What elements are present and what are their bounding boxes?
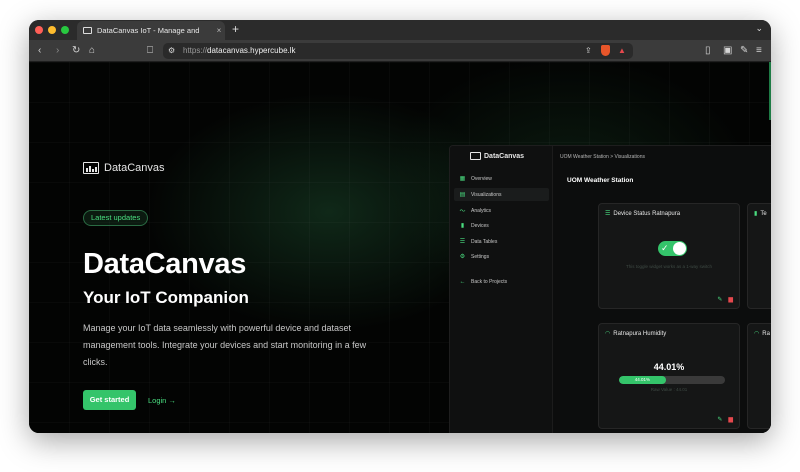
humidity-value: 44.01% xyxy=(653,362,685,372)
maximize-window-button[interactable] xyxy=(61,26,69,34)
share-icon[interactable]: ⇪ xyxy=(585,44,592,58)
hero-subtitle: Your IoT Companion xyxy=(83,288,249,307)
sidebar-item-overview[interactable]: ▦ Overview xyxy=(454,172,549,185)
sidebar-item-devices[interactable]: ▮ Devices xyxy=(454,219,549,232)
back-arrow-icon[interactable]: ‹ xyxy=(38,44,41,58)
back-label: Back to Projects xyxy=(471,278,508,285)
url-host: datacanvas.hypercube.lk xyxy=(207,46,296,55)
breadcrumb: UOM Weather Station > Visualizations xyxy=(560,154,645,160)
sidebar-item-label: Settings xyxy=(471,253,490,260)
sidebar-item-label: Overview xyxy=(471,175,492,182)
tab-title: DataCanvas IoT - Manage and xyxy=(97,26,200,35)
humidity-progress-fill: 44.01% xyxy=(619,376,666,384)
get-started-button[interactable]: Get started xyxy=(83,390,136,410)
dashboard-title: UOM Weather Station xyxy=(567,177,634,184)
gauge-icon: ◠ xyxy=(605,331,611,337)
device-toggle-switch[interactable]: ✓ xyxy=(658,241,687,256)
sidebar-toggle-icon[interactable]: ▯ xyxy=(705,44,711,58)
card-title-text: Device Status Ratnapura xyxy=(613,210,681,217)
card-title: ◠ Ra xyxy=(754,330,770,338)
browser-window: DataCanvas IoT - Manage and × + ⌄ ‹ › ↻ … xyxy=(29,20,771,433)
datacanvas-logo-icon xyxy=(83,162,99,174)
datacanvas-logo-icon xyxy=(470,152,481,160)
menu-icon[interactable]: ≡ xyxy=(756,44,762,58)
settings-icon: ⚙ xyxy=(459,254,466,260)
site-brand[interactable]: DataCanvas xyxy=(83,162,165,174)
card-title-text: Ratnapura Humidity xyxy=(613,330,667,337)
card-title: ☰ Device Status Ratnapura xyxy=(605,210,681,218)
sidebar-item-visualizations[interactable]: ▤ Visualizations xyxy=(454,188,549,201)
dashboard-brand-name: DataCanvas xyxy=(484,152,525,160)
tab-close-icon[interactable]: × xyxy=(213,26,225,35)
humidity-progress-bar: 44.01% xyxy=(619,376,725,384)
sidebar-item-analytics[interactable]: 〜 Analytics xyxy=(454,204,549,217)
back-to-projects-link[interactable]: ← Back to Projects xyxy=(454,275,549,288)
device-status-card: ☰ Device Status Ratnapura ✓ This toggle w… xyxy=(598,203,740,309)
tab-list-chevron-icon[interactable]: ⌄ xyxy=(755,23,763,34)
page-content: DataCanvas Latest updates DataCanvas You… xyxy=(29,62,771,433)
card-actions: ✎ ▆ xyxy=(717,296,733,303)
trend-icon: 〜 xyxy=(459,209,466,215)
humidity-card: ◠ Ratnapura Humidity 44.01% 44.01% Raw Va… xyxy=(598,323,740,429)
home-icon[interactable]: ⌂ xyxy=(89,44,95,58)
sidebar-item-label: Visualizations xyxy=(471,191,502,198)
hero-description: Manage your IoT data seamlessly with pow… xyxy=(83,323,367,367)
reload-icon[interactable]: ↻ xyxy=(72,44,80,58)
chart-icon: ▤ xyxy=(459,192,466,198)
database-icon: ☰ xyxy=(605,211,611,217)
dashboard-preview: DataCanvas ▦ Overview ▤ Visualizations 〜 An… xyxy=(449,145,771,433)
browser-toolbar: ‹ › ↻ ⌂ ⎕ ⚙ https://datacanvas.hypercube… xyxy=(29,40,771,62)
brave-shield-icon[interactable] xyxy=(601,45,610,56)
tab-active[interactable]: DataCanvas IoT - Manage and × xyxy=(77,21,225,40)
card-title-text: Ra xyxy=(762,330,770,337)
bar-chart-icon: ▮ xyxy=(754,211,758,217)
sidebar-item-label: Data Tables xyxy=(471,238,498,245)
address-bar[interactable]: ⚙ https://datacanvas.hypercube.lk ⇪ ▲ xyxy=(163,43,633,59)
check-icon: ✓ xyxy=(661,243,669,253)
leo-ai-icon[interactable]: ✎ xyxy=(740,44,748,58)
card-title: ▮ Te xyxy=(754,210,767,218)
progress-label: 44.01% xyxy=(634,377,650,382)
login-link[interactable]: Login → xyxy=(148,396,176,405)
card-title-text: Te xyxy=(760,210,767,217)
forward-arrow-icon[interactable]: › xyxy=(56,44,59,58)
sidebar-item-label: Devices xyxy=(471,222,489,229)
grid-icon: ▦ xyxy=(459,176,466,182)
tab-bar: DataCanvas IoT - Manage and × + ⌄ xyxy=(29,20,771,40)
wallet-icon[interactable]: ▣ xyxy=(723,44,732,58)
sidebar-item-data-tables[interactable]: ☰ Data Tables xyxy=(454,235,549,248)
tab-favicon-icon xyxy=(83,27,92,34)
delete-trash-icon[interactable]: ▆ xyxy=(728,416,733,423)
rewards-triangle-icon[interactable]: ▲ xyxy=(618,44,626,58)
latest-updates-badge[interactable]: Latest updates xyxy=(83,210,149,226)
partial-widget-card-top: ▮ Te xyxy=(747,203,771,309)
toggle-hint: This toggle widget works as a 1-way swit… xyxy=(625,264,713,269)
dashboard-sidebar: DataCanvas ▦ Overview ▤ Visualizations 〜 An… xyxy=(450,146,553,433)
new-tab-button[interactable]: + xyxy=(232,22,239,36)
delete-trash-icon[interactable]: ▆ xyxy=(728,296,733,303)
sidebar-item-label: Analytics xyxy=(471,207,492,214)
card-title: ◠ Ratnapura Humidity xyxy=(605,330,667,338)
hero-title: DataCanvas xyxy=(83,248,247,280)
table-icon: ☰ xyxy=(459,239,466,245)
card-actions: ✎ ▆ xyxy=(717,416,733,423)
dashboard-brand: DataCanvas xyxy=(470,152,524,160)
close-window-button[interactable] xyxy=(35,26,43,34)
scrollbar[interactable] xyxy=(769,62,771,120)
toggle-knob xyxy=(673,242,686,255)
minimize-window-button[interactable] xyxy=(48,26,56,34)
sidebar-item-settings[interactable]: ⚙ Settings xyxy=(454,250,549,263)
url-scheme: https:// xyxy=(183,46,208,55)
device-icon: ▮ xyxy=(460,223,465,229)
site-settings-icon[interactable]: ⚙ xyxy=(168,44,175,58)
gauge-icon: ◠ xyxy=(754,331,760,337)
url-text: https://datacanvas.hypercube.lk xyxy=(183,46,296,55)
arrow-left-icon: ← xyxy=(459,278,466,285)
edit-pencil-icon[interactable]: ✎ xyxy=(717,296,722,303)
raw-value: Raw Value : 44.01 xyxy=(650,387,688,392)
partial-widget-card-bottom: ◠ Ra xyxy=(747,323,771,429)
bookmark-icon[interactable]: ⎕ xyxy=(147,44,153,58)
brand-name: DataCanvas xyxy=(104,162,165,174)
edit-pencil-icon[interactable]: ✎ xyxy=(717,416,722,423)
